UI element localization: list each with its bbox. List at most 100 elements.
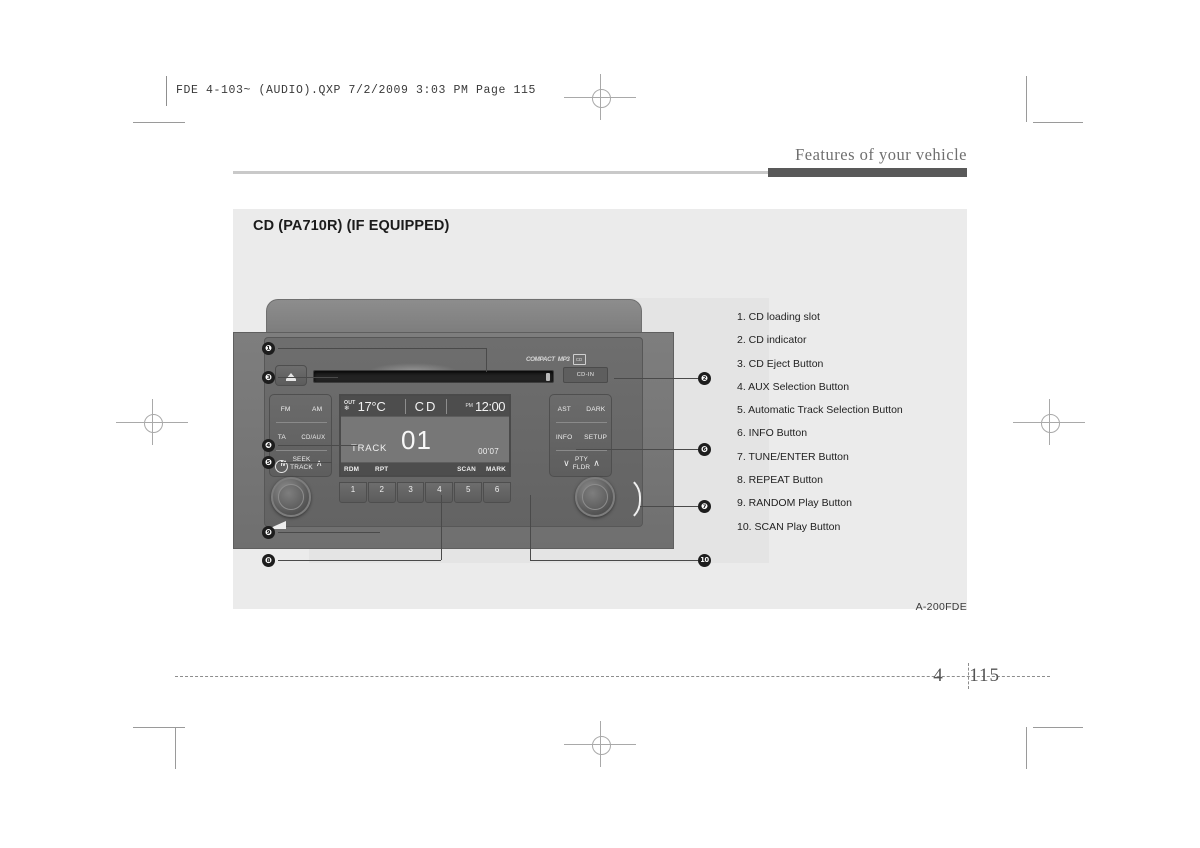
cluster-divider-3 [556,422,607,423]
slug-rule [166,76,167,106]
leader-5 [278,462,332,463]
chevron-up-icon-right: ∧ [593,458,600,468]
leader-2 [614,378,698,379]
callout-1: ❶ [262,342,275,355]
callout-4: ❹ [262,439,275,452]
legend-item-5: 5. Automatic Track Selection Button [737,404,903,417]
pty-fldr-label: PTY FLDR [573,456,591,471]
media-format-logos: COMPACT MP3 CD [526,354,586,365]
header-rule-light [233,171,768,174]
setup-button[interactable]: SETUP [584,434,607,441]
leader-7 [640,506,698,507]
preset-button-4[interactable]: 4 [425,482,454,503]
fm-am-row: FM AM [270,397,333,422]
info-button[interactable]: INFO [556,434,573,441]
legend-item-1: 1. CD loading slot [737,311,820,323]
registration-mark-left [116,399,188,445]
legend-item-3: 3. CD Eject Button [737,357,824,370]
figure-title: CD (PA710R) (IF EQUIPPED) [253,218,450,234]
elapsed-time: 00'07 [478,447,499,456]
preset-button-row: 1 2 3 4 5 6 [339,482,511,503]
callout-2: ❷ [698,372,711,385]
cd-indicator-label: CD-IN [576,372,595,378]
callout-9: ❾ [262,526,275,539]
registration-mark-top [564,74,636,120]
aux-selection-button[interactable]: CD/AUX [301,435,325,441]
chapter-number: 4 [933,665,944,686]
leader-1 [278,348,486,349]
lcd-display: OUT ❄ 17°C CD PM 12:00 TRACK 01 00'07 RD… [339,394,511,477]
cluster-divider-1 [276,422,327,423]
cd-loading-slot[interactable] [313,370,554,383]
head-unit-hood [266,299,642,335]
leader-9 [278,532,380,533]
lcd-status-bar: OUT ❄ 17°C CD PM 12:00 [341,396,509,417]
mp3-logo: MP3 [557,356,570,363]
crop-mark-br-v [1026,727,1027,769]
seek-track-label: SEEK TRACK [290,456,313,471]
leader-10 [530,560,698,561]
leader-10-drop [530,495,531,560]
manual-page: FDE 4-103~ (AUDIO).QXP 7/2/2009 3:03 PM … [0,0,1200,848]
compact-disc-logo: COMPACT [526,356,555,363]
fm-button[interactable]: FM [281,406,291,413]
head-unit-illustration: CD-IN COMPACT MP3 CD FM AM TA CD/AUX ∨ S… [233,299,674,549]
lcd-flag-bar: RDM RPT SCAN MARK [341,462,509,475]
page-number: 4 115 [933,665,1000,687]
seek-label-line2: TRACK [290,463,313,471]
legend-list: 1. CD loading slot 2. CD indicator 3. CD… [737,311,987,544]
cd-eject-button[interactable] [275,365,307,386]
mark-flag: MARK [486,465,506,473]
callout-8: ❽ [262,554,275,567]
right-button-cluster: AST DARK INFO SETUP ∨ PTY FLDR ∧ [549,394,612,477]
random-flag: RDM [344,465,360,473]
clock-time: 12:00 [474,398,506,414]
registration-mark-bottom [564,721,636,767]
crop-mark-bl-h [133,727,185,728]
legend-item-9: 9. RANDOM Play Button [737,497,852,510]
ast-button[interactable]: AST [558,406,571,413]
callout-10: 10 [698,554,711,567]
lcd-source-mode: CD [414,398,438,414]
pty-label-line2: FLDR [572,463,591,471]
repeat-flag: RPT [375,465,389,473]
preset-button-6[interactable]: 6 [483,482,511,503]
prepress-slug: FDE 4-103~ (AUDIO).QXP 7/2/2009 3:03 PM … [176,84,537,97]
preset-button-3[interactable]: 3 [396,482,425,503]
chevron-up-icon: ∧ [315,458,323,468]
am-button[interactable]: AM [312,406,322,413]
cd-text-logo-icon: CD [572,354,586,365]
pty-label-line1: PTY [574,456,589,463]
leader-1-drop [486,348,487,372]
running-head: Features of your vehicle [795,145,967,164]
tune-enter-knob[interactable] [575,477,615,517]
crop-mark-tr-v [1026,76,1027,122]
dark-button[interactable]: DARK [586,406,605,413]
callout-6: ❻ [698,443,711,456]
legend-item-2: 2. CD indicator [737,334,807,347]
power-volume-knob[interactable] [271,477,311,517]
crop-mark-tl-h [133,122,185,123]
ast-dark-row: AST DARK [550,397,613,422]
leader-6 [576,449,698,450]
ta-cdaux-row: TA CD/AUX [270,425,333,450]
leader-4 [278,445,358,446]
callout-3: ❸ [262,371,275,384]
crop-mark-bl-v [175,727,176,769]
pty-fldr-button[interactable]: ∨ PTY FLDR ∧ [550,451,613,476]
callout-7: ❼ [698,500,711,513]
folio-number: 115 [969,665,1000,686]
preset-button-1[interactable]: 1 [339,482,367,503]
preset-button-2[interactable]: 2 [367,482,396,503]
scan-flag: SCAN [457,465,476,473]
cd-indicator: CD-IN [563,367,608,383]
outside-temperature: 17°C [357,398,386,414]
am-pm-indicator: PM [465,403,473,409]
leader-8-drop [441,495,442,560]
legend-item-4: 4. AUX Selection Button [737,380,850,393]
eject-icon-bar [286,379,296,381]
leader-3 [278,377,338,378]
preset-button-5[interactable]: 5 [454,482,483,503]
outside-temp-group: OUT ❄ 17°C [341,399,405,414]
ta-button[interactable]: TA [278,434,286,441]
